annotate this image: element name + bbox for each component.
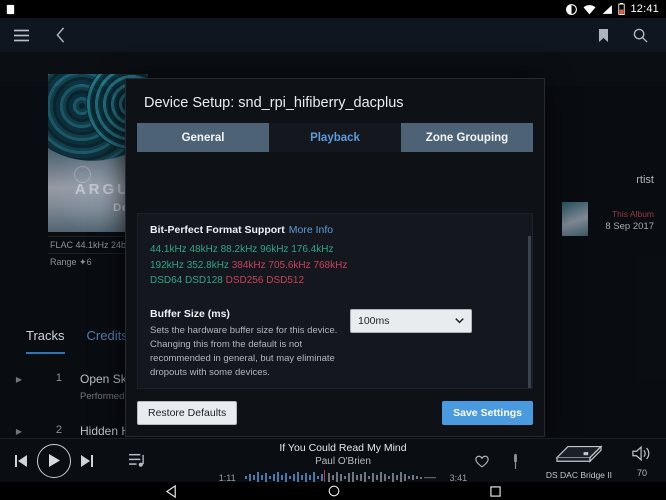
format-chip: 88.2kHz xyxy=(220,244,258,255)
app-top-bar xyxy=(0,18,666,52)
buffer-size-dropdown[interactable]: 100ms xyxy=(350,308,472,333)
elapsed-time: 1:11 xyxy=(218,472,236,483)
transport-controls xyxy=(0,443,146,478)
queue-list-icon[interactable] xyxy=(129,453,146,468)
dialog-tab-zone-grouping[interactable]: Zone Grouping xyxy=(401,123,533,152)
seek-bar[interactable]: 1:11 3:41 xyxy=(190,470,496,482)
duration-time: 3:41 xyxy=(449,472,468,483)
waveform-seekbar[interactable] xyxy=(243,470,443,482)
bit-perfect-heading: Bit-Perfect Format Support More Info xyxy=(150,224,520,236)
dialog-tabs: General Playback Zone Grouping xyxy=(126,123,544,152)
android-recents-icon[interactable] xyxy=(490,485,501,497)
format-row-2: 192kHz 352.8kHz 384kHz 705.6kHz 768kHz xyxy=(150,258,520,274)
bit-perfect-label: Bit-Perfect Format Support xyxy=(150,224,285,236)
cellular-signal-icon xyxy=(603,4,613,14)
format-chip: 96kHz xyxy=(260,244,289,255)
back-chevron-icon[interactable] xyxy=(55,27,66,43)
search-icon[interactable] xyxy=(633,28,648,43)
dialog-footer: Restore Defaults Save Settings xyxy=(126,389,544,436)
format-chip: 192kHz xyxy=(150,259,184,271)
volume-control[interactable]: 70 xyxy=(632,445,652,478)
lyrics-microphone-icon[interactable] xyxy=(511,453,520,469)
format-chip: 705.6kHz xyxy=(268,259,311,271)
do-not-disturb-icon xyxy=(566,3,578,15)
favorite-heart-icon[interactable] xyxy=(475,455,489,468)
zone-name: DS DAC Bridge II xyxy=(545,470,612,480)
format-row-3: DSD64 DSD128 DSD256 DSD512 xyxy=(150,273,520,289)
hamburger-menu-icon[interactable] xyxy=(14,29,29,42)
app-bar-actions xyxy=(598,28,666,43)
save-settings-button[interactable]: Save Settings xyxy=(442,400,533,425)
device-setup-dialog: Device Setup: snd_rpi_hifiberry_dacplus … xyxy=(125,78,545,437)
now-playing-info: If You Could Read My Mind Paul O'Brien 1… xyxy=(190,442,496,482)
format-chip: DSD256 xyxy=(225,275,264,286)
playback-transport-bar: If You Could Read My Mind Paul O'Brien 1… xyxy=(0,438,666,482)
previous-track-icon[interactable] xyxy=(14,454,28,468)
notification-dot-icon xyxy=(6,4,15,14)
now-playing-track: If You Could Read My Mind xyxy=(279,442,407,454)
dialog-tab-playback[interactable]: Playback xyxy=(269,123,401,152)
dialog-scroll-area: Bit-Perfect Format Support More Info 44.1… xyxy=(138,214,532,388)
bookmark-icon[interactable] xyxy=(598,28,609,43)
volume-speaker-icon xyxy=(632,445,650,461)
setting-label: Buffer Size (ms) xyxy=(150,307,230,320)
format-chip: 48kHz xyxy=(189,244,218,255)
setting-buffer-size: Buffer Size (ms) Sets the hardware buffe… xyxy=(150,308,520,381)
status-bar-left xyxy=(0,4,16,15)
setting-control: 100ms xyxy=(340,308,472,381)
battery-icon xyxy=(618,3,626,15)
next-track-icon[interactable] xyxy=(80,454,94,468)
dac-device-icon xyxy=(555,445,603,463)
format-chip: 44.1kHz xyxy=(150,244,187,255)
dialog-content-panel: Bit-Perfect Format Support More Info 44.1… xyxy=(137,213,533,389)
format-chip: DSD64 xyxy=(150,275,183,286)
status-bar-clock: 12:41 xyxy=(630,3,659,15)
now-playing-artist: Paul O'Brien xyxy=(315,456,371,467)
setting-description: Sets the hardware buffer size for this d… xyxy=(150,324,338,379)
format-chip: 384kHz xyxy=(231,259,266,271)
restore-defaults-button[interactable]: Restore Defaults xyxy=(137,400,238,425)
android-back-icon[interactable] xyxy=(165,484,178,498)
format-chip: 768kHz xyxy=(313,259,348,271)
format-row-1: 44.1kHz 48kHz 88.2kHz 96kHz 176.4kHz xyxy=(150,242,520,258)
format-chip: DSD512 xyxy=(266,275,305,286)
wifi-icon xyxy=(584,4,596,14)
volume-level: 70 xyxy=(636,467,647,478)
dialog-tab-general[interactable]: General xyxy=(137,123,269,152)
more-info-link[interactable]: More Info xyxy=(289,224,333,236)
play-button[interactable] xyxy=(37,443,71,478)
android-status-bar: 12:41 xyxy=(0,0,666,18)
roon-app-window: ARGUS Deep FLAC 44.1kHz 24bit Range ✦6 r… xyxy=(0,18,666,482)
status-bar-right: 12:41 xyxy=(565,3,666,16)
buffer-size-value: 100ms xyxy=(358,314,390,327)
dialog-title: Device Setup: snd_rpi_hifiberry_dacplus xyxy=(144,95,404,111)
format-chip: 352.8kHz xyxy=(186,259,229,271)
format-chip: 176.4kHz xyxy=(291,244,334,255)
android-home-icon[interactable] xyxy=(328,485,340,497)
chevron-down-icon xyxy=(455,318,464,324)
format-chip: DSD128 xyxy=(185,275,223,286)
transport-right-controls: DS DAC Bridge II 70 xyxy=(475,439,666,482)
android-nav-bar xyxy=(0,482,666,500)
zone-selector[interactable]: DS DAC Bridge II xyxy=(546,442,612,480)
play-icon xyxy=(49,454,60,467)
setting-text: Buffer Size (ms) Sets the hardware buffe… xyxy=(150,308,340,381)
